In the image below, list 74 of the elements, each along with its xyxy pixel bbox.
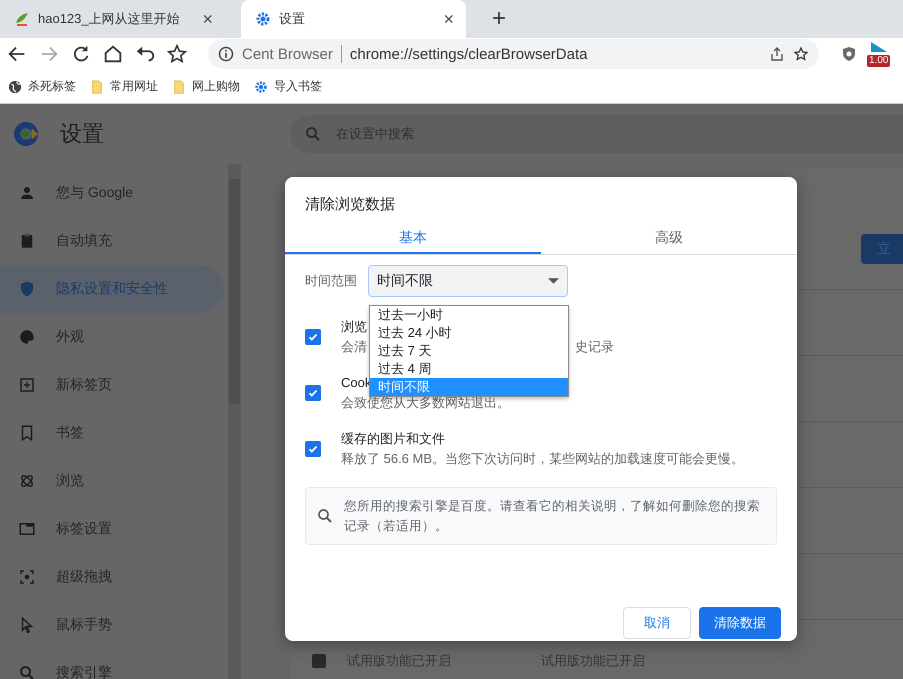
globe-icon (8, 80, 22, 94)
dialog-title: 清除浏览数据 (304, 195, 396, 214)
sidebar-item[interactable]: 新标签页 (0, 361, 224, 409)
dialog-tab[interactable]: 基本 (285, 220, 541, 254)
sidebar-item[interactable]: 超级拖拽 (0, 553, 224, 601)
flag-icon[interactable] (869, 41, 889, 53)
time-range-label: 时间范围 (305, 272, 357, 290)
sidebar-item[interactable]: 外观 (0, 313, 224, 361)
bookmark-item[interactable]: 导入书签 (254, 78, 322, 95)
sidebar-item[interactable]: 浏览 (0, 457, 224, 505)
checkbox[interactable] (305, 441, 321, 457)
item-title: 浏览 (341, 318, 367, 336)
sidebar-item[interactable]: 您与 Google (0, 169, 224, 217)
address-bar[interactable]: Cent Browser chrome://settings/clearBrowserData (208, 39, 819, 69)
folder-icon (172, 80, 186, 94)
checkbox[interactable] (305, 329, 321, 345)
bookmark-item[interactable]: 网上购物 (172, 78, 240, 95)
dropdown-option[interactable]: 时间不限 (370, 378, 568, 396)
sidebar-item[interactable]: 搜索引擎 (0, 649, 224, 679)
star-icon[interactable] (166, 43, 188, 65)
browser-tab[interactable]: hao123_上网从这里开始 × (0, 0, 225, 38)
clear-data-button[interactable]: 清除数据 (699, 607, 781, 639)
item-description: 史记录 (575, 338, 614, 356)
dialog-tab[interactable]: 高级 (541, 220, 797, 254)
dropdown-option[interactable]: 过去 4 周 (370, 360, 568, 378)
sidebar-item[interactable]: 自动填充 (0, 217, 224, 265)
site-name: Cent Browser (242, 46, 333, 62)
bookmark-item[interactable]: 杀死标签 (8, 78, 76, 95)
search-icon (18, 664, 36, 679)
checkbox[interactable] (305, 385, 321, 401)
shield-icon[interactable] (841, 46, 857, 62)
close-button[interactable]: × (439, 8, 458, 30)
window-icon (18, 520, 36, 538)
shield-icon (18, 280, 36, 298)
page-title: 设置 (60, 120, 105, 148)
check-icon (307, 387, 319, 399)
item-description: 会清 (341, 338, 367, 356)
cancel-button[interactable]: 取消 (623, 607, 691, 639)
item-description: 释放了 56.6 MB。当您下次访问时，某些网站的加载速度可能会更慢。 (341, 450, 744, 468)
sidebar-item[interactable]: 标签设置 (0, 505, 224, 553)
frame-icon (18, 568, 36, 586)
logo-icon (13, 121, 39, 147)
plus-square-icon (18, 376, 36, 394)
search-icon (316, 507, 334, 525)
info-text: 您所用的搜索引擎是百度。请查看它的相关说明，了解如何删除您的搜索记录（若适用）。 (344, 498, 761, 535)
gear-icon (254, 80, 268, 94)
dropdown-option[interactable]: 过去一小时 (370, 306, 568, 324)
url-text: chrome://settings/clearBrowserData (350, 46, 588, 62)
checkbox[interactable] (312, 654, 326, 668)
dropdown-option[interactable]: 过去 24 小时 (370, 324, 568, 342)
time-range-select[interactable]: 时间不限 (368, 265, 568, 297)
person-icon (18, 184, 36, 202)
orbit-icon (18, 472, 36, 490)
close-button[interactable]: × (198, 8, 217, 30)
palette-icon (18, 328, 36, 346)
caret-icon (548, 278, 559, 284)
leaf-icon (14, 11, 30, 27)
new-tab-button[interactable]: + (482, 0, 516, 38)
bookmark-item[interactable]: 常用网址 (90, 78, 158, 95)
folder-icon (90, 80, 104, 94)
gear-icon (255, 11, 271, 27)
counter-badge: 1.00 (867, 55, 890, 67)
share-icon[interactable] (769, 46, 785, 62)
browser-tab[interactable]: 设置 × (241, 0, 466, 38)
sidebar-item[interactable]: 鼠标手势 (0, 601, 224, 649)
home-icon[interactable] (102, 43, 124, 65)
dropdown-option[interactable]: 过去 7 天 (370, 342, 568, 360)
search-icon (304, 125, 322, 143)
check-icon (307, 331, 319, 343)
info-icon (218, 46, 234, 62)
check-icon (307, 443, 319, 455)
star-icon[interactable] (793, 46, 809, 62)
item-title: 缓存的图片和文件 (341, 430, 445, 448)
sidebar-item[interactable]: 书签 (0, 409, 224, 457)
